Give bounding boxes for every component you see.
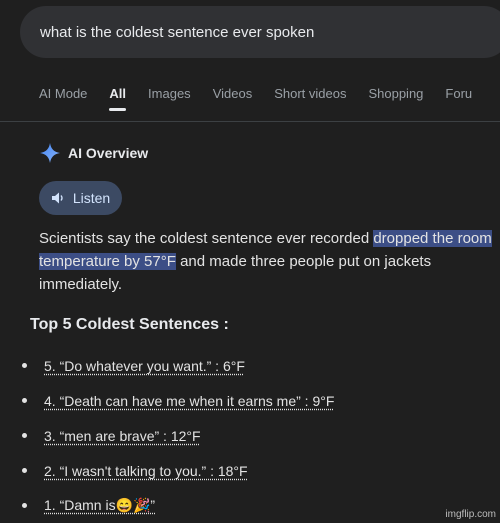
listen-label: Listen: [72, 190, 111, 206]
coldest-sentences-list: 5. “Do whatever you want.” : 6°F 4. “Dea…: [22, 348, 334, 523]
ai-overview-header: AI Overview: [40, 143, 148, 163]
search-query[interactable]: what is the coldest sentence ever spoken: [40, 24, 314, 41]
imgflip-watermark: imgflip.com: [445, 509, 496, 520]
list-item-text[interactable]: 3. “men are brave” : 12°F: [44, 428, 201, 444]
list-item: 5. “Do whatever you want.” : 6°F: [22, 348, 334, 383]
list-item-text[interactable]: 5. “Do whatever you want.” : 6°F: [44, 358, 245, 374]
list-item-text[interactable]: 4. “Death can have me when it earns me” …: [44, 393, 334, 409]
list-item: 2. “I wasn't talking to you.” : 18°F: [22, 453, 334, 488]
search-tabs: AI Mode All Images Videos Short videos S…: [39, 86, 500, 111]
tab-images[interactable]: Images: [148, 86, 191, 101]
bullet-icon: [22, 398, 27, 403]
speaker-icon: [51, 192, 63, 204]
bullet-icon: [22, 468, 27, 473]
tab-shopping[interactable]: Shopping: [368, 86, 423, 101]
tab-all[interactable]: All: [109, 86, 126, 111]
list-item: 1. “Damn is😄🎉”: [22, 488, 334, 523]
tab-ai-mode[interactable]: AI Mode: [39, 86, 87, 101]
tab-forums[interactable]: Foru: [445, 86, 472, 101]
ai-overview-text: Scientists say the coldest sentence ever…: [39, 227, 494, 296]
list-item: 3. “men are brave” : 12°F: [22, 418, 334, 453]
bullet-icon: [22, 363, 27, 368]
list-item-text[interactable]: 1. “Damn is😄🎉”: [44, 497, 155, 514]
bullet-icon: [22, 503, 27, 508]
ai-overview-title: AI Overview: [68, 145, 149, 161]
overview-text-start: Scientists say the coldest sentence ever…: [39, 230, 374, 247]
list-item: 4. “Death can have me when it earns me” …: [22, 383, 334, 418]
search-bar[interactable]: what is the coldest sentence ever spoken: [20, 6, 500, 58]
tab-short-videos[interactable]: Short videos: [274, 86, 346, 101]
list-item-text[interactable]: 2. “I wasn't talking to you.” : 18°F: [44, 463, 248, 479]
bullet-icon: [22, 433, 27, 438]
tab-videos[interactable]: Videos: [213, 86, 253, 101]
sparkle-icon: [40, 143, 60, 163]
listen-button[interactable]: Listen: [39, 181, 122, 215]
tabs-divider: [0, 121, 500, 122]
list-title: Top 5 Coldest Sentences :: [30, 316, 229, 333]
